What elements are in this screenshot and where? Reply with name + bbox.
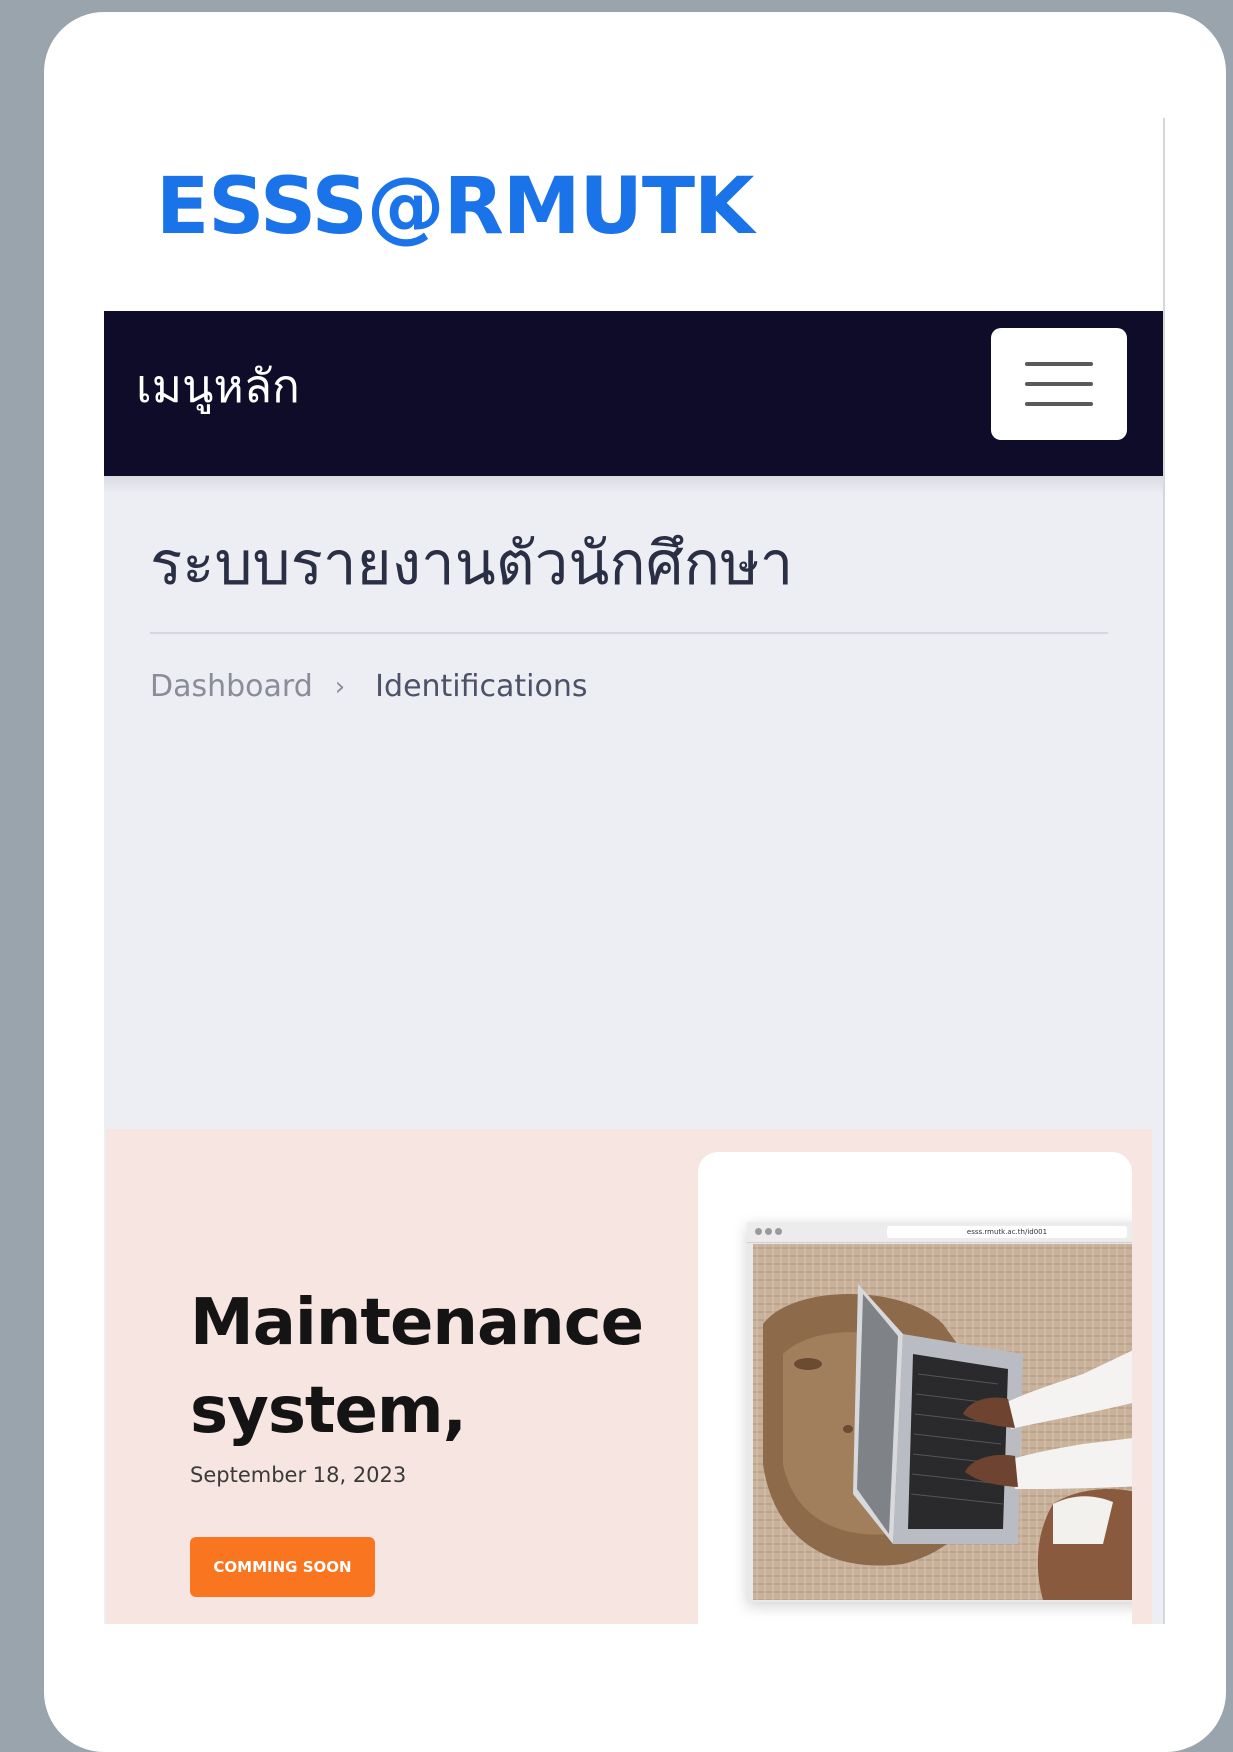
laptop-photo [753, 1244, 1132, 1600]
screen-edge [1163, 118, 1165, 1624]
breadcrumb-current: Identifications [375, 669, 588, 704]
banner-date: September 18, 2023 [190, 1463, 407, 1487]
nav-title[interactable]: เมนูหลัก [136, 363, 300, 409]
banner-heading: Maintenance system, [190, 1279, 644, 1455]
browser-url-bar: esss.rmutk.ac.th/id001 [887, 1226, 1127, 1238]
navbar-shadow [104, 476, 1165, 494]
banner-heading-line1: Maintenance [190, 1286, 644, 1360]
page-title: ระบบรายงานตัวนักศึกษา [150, 529, 794, 599]
main-navbar: เมนูหลัก [104, 311, 1165, 476]
browser-toolbar: esss.rmutk.ac.th/id001 [747, 1222, 1132, 1243]
screen: ESSS@RMUTK เมนูหลัก ระบบรายงานตัวนักศึกษ… [104, 118, 1165, 1624]
banner-heading-line2: system, [190, 1374, 467, 1448]
maintenance-banner: Maintenance system, September 18, 2023 C… [106, 1129, 1152, 1624]
header: ESSS@RMUTK [104, 118, 1165, 311]
chevron-right-icon: › [334, 672, 346, 702]
main-content: ระบบรายงานตัวนักศึกษา Dashboard › Identi… [104, 476, 1165, 1624]
coming-soon-button[interactable]: COMMING SOON [190, 1537, 375, 1597]
breadcrumb-dashboard-link[interactable]: Dashboard [150, 672, 313, 702]
browser-mockup: esss.rmutk.ac.th/id001 [747, 1222, 1132, 1602]
banner-image-card: esss.rmutk.ac.th/id001 [698, 1152, 1132, 1624]
menu-toggle-button[interactable] [991, 328, 1127, 440]
site-logo[interactable]: ESSS@RMUTK [156, 168, 754, 246]
title-divider [150, 632, 1108, 634]
breadcrumb: Dashboard › Identifications [150, 672, 588, 702]
